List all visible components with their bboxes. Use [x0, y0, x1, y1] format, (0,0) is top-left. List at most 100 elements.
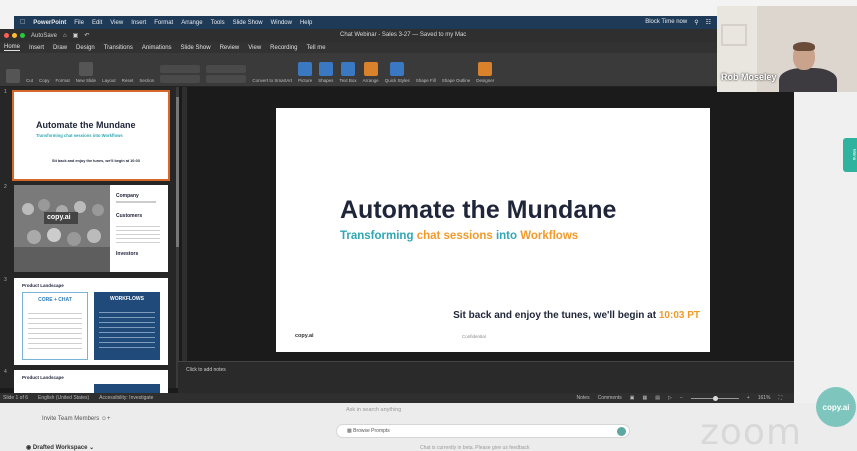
slide-thumbnail-3[interactable]: Product Landscape CORE + CHAT WORKFLOWS [14, 278, 168, 365]
notes-placeholder: Click to add notes [186, 367, 226, 373]
menu-window[interactable]: Window [271, 20, 292, 26]
shapes-button[interactable]: Shapes [318, 62, 333, 83]
autosave-toggle[interactable]: AutoSave [31, 33, 57, 39]
send-button[interactable] [617, 427, 626, 436]
paragraph-controls[interactable] [206, 65, 247, 83]
block-time-status[interactable]: Block Time now [645, 19, 687, 26]
tab-tell-me[interactable]: Tell me [307, 45, 326, 51]
format-painter-button[interactable]: Format [56, 78, 70, 83]
menu-edit[interactable]: Edit [92, 20, 102, 26]
drafted-workspace[interactable]: ◉ Drafted Workspace ⌄ [26, 444, 94, 451]
control-center-icon[interactable]: ☷ [706, 19, 711, 26]
speaker-notes-pane[interactable]: Click to add notes [178, 361, 794, 393]
apple-icon[interactable]:  [20, 19, 25, 26]
menu-file[interactable]: File [74, 20, 84, 26]
slide-title[interactable]: Automate the Mundane [340, 196, 616, 225]
side-menu-tab[interactable]: Menu [843, 138, 857, 172]
main-slide-canvas[interactable]: Automate the Mundane Transforming chat s… [276, 108, 710, 352]
arrange-button[interactable]: Arrange [363, 62, 379, 83]
slide-thumbnail-1[interactable]: Automate the Mundane Transforming chat s… [12, 90, 170, 181]
zoom-out-icon[interactable]: − [680, 395, 683, 401]
fit-slide-icon[interactable]: ⛶ [778, 395, 782, 401]
tab-design[interactable]: Design [76, 45, 95, 51]
slide-subtitle[interactable]: Transforming chat sessions into Workflow… [340, 230, 578, 242]
copy-button[interactable]: Copy [39, 78, 50, 83]
layout-label: Layout [102, 78, 116, 83]
close-window-button[interactable] [4, 33, 9, 38]
tab-slideshow[interactable]: Slide Show [181, 45, 211, 51]
zoom-slider-knob[interactable] [712, 395, 718, 401]
save-icon[interactable]: ▣ [73, 32, 79, 39]
zoom-in-icon[interactable]: + [747, 395, 750, 401]
language-status[interactable]: English (United States) [38, 395, 89, 401]
thumb-2-investors: Investors [116, 251, 139, 257]
tab-home[interactable]: Home [4, 44, 21, 51]
reset-button[interactable]: Reset [122, 78, 134, 83]
thumbnails-scroll-knob[interactable] [176, 97, 179, 247]
shape-outline-button[interactable]: Shape Outline [442, 78, 471, 83]
designer-button[interactable]: Designer [476, 62, 494, 83]
thumbnails-scrollbar[interactable] [176, 87, 179, 388]
new-slide-button[interactable]: New Slide [76, 62, 96, 83]
menu-slideshow[interactable]: Slide Show [233, 20, 263, 26]
tab-insert[interactable]: Insert [29, 45, 44, 51]
font-name-select[interactable] [160, 65, 201, 73]
text-box-label: Text Box [339, 78, 357, 83]
undo-icon[interactable]: ↶ [84, 32, 89, 39]
cut-button[interactable]: Cut [26, 78, 33, 83]
comments-toggle[interactable]: Comments [598, 395, 622, 401]
prompt-input-bar[interactable]: ▩ Browse Prompts [336, 424, 630, 438]
browse-prompts-button[interactable]: ▩ Browse Prompts [347, 428, 390, 434]
tab-draw[interactable]: Draw [53, 45, 67, 51]
zoom-window-button[interactable] [20, 33, 25, 38]
tab-recording[interactable]: Recording [270, 45, 297, 51]
minimize-window-button[interactable] [12, 33, 17, 38]
search-icon[interactable]: ⚲ [694, 19, 698, 26]
menu-help[interactable]: Help [300, 20, 312, 26]
invite-team-members[interactable]: Invite Team Members ☺+ [42, 416, 111, 422]
slide-start-note[interactable]: Sit back and enjoy the tunes, we'll begi… [453, 310, 700, 321]
editor-workspace: 1 Automate the Mundane Transforming chat… [0, 87, 794, 393]
menu-insert[interactable]: Insert [131, 20, 146, 26]
tab-view[interactable]: View [248, 45, 261, 51]
text-box-button[interactable]: Text Box [339, 62, 357, 83]
copyai-badge[interactable]: copy.ai [816, 387, 856, 427]
slide-thumbnail-2[interactable]: copy.ai Company Customers Investors [14, 185, 168, 272]
tab-animations[interactable]: Animations [142, 45, 172, 51]
zoom-level[interactable]: 161% [758, 395, 771, 401]
smartart-button[interactable]: Convert to SmartArt [252, 78, 292, 83]
paragraph-row[interactable] [206, 65, 247, 73]
quick-styles-label: Quick Styles [384, 78, 410, 83]
slideshow-view-icon[interactable]: ▷ [668, 395, 672, 401]
accessibility-status[interactable]: Accessibility: Investigate [99, 395, 153, 401]
paste-group[interactable] [6, 69, 20, 83]
slide-footer-confidential: Confidential [462, 334, 486, 339]
section-button[interactable]: Section [139, 78, 154, 83]
alignment-row[interactable] [206, 75, 247, 83]
font-format-row[interactable] [160, 75, 201, 83]
shape-fill-button[interactable]: Shape Fill [416, 78, 436, 83]
title-bar: AutoSave ⌂ ▣ ↶ Chat Webinar - Sales 3-27… [0, 29, 794, 42]
slide-thumbnail-4[interactable]: Product Landscape [14, 370, 168, 393]
thumb-2-customers: Customers [116, 213, 143, 219]
thumb-2-line [116, 201, 156, 203]
menu-format[interactable]: Format [154, 20, 173, 26]
normal-view-icon[interactable]: ▣ [630, 395, 635, 401]
tab-review[interactable]: Review [220, 45, 240, 51]
prompt-hint: Ask in search anything [346, 407, 402, 413]
sorter-view-icon[interactable]: ▦ [643, 395, 648, 401]
reading-view-icon[interactable]: ▤ [655, 395, 660, 401]
home-icon[interactable]: ⌂ [63, 33, 67, 39]
notes-toggle[interactable]: Notes [577, 395, 590, 401]
tab-transitions[interactable]: Transitions [104, 45, 133, 51]
menu-tools[interactable]: Tools [211, 20, 225, 26]
menu-view[interactable]: View [110, 20, 123, 26]
layout-button[interactable]: Layout [102, 78, 116, 83]
menu-app-name[interactable]: PowerPoint [33, 20, 66, 26]
quick-styles-button[interactable]: Quick Styles [385, 62, 410, 83]
menu-arrange[interactable]: Arrange [181, 20, 202, 26]
font-controls[interactable] [160, 65, 201, 83]
picture-button[interactable]: Picture [298, 62, 312, 83]
zoom-slider[interactable] [690, 395, 739, 401]
ribbon-toolbar: Cut Copy Format New Slide Layout Reset S… [0, 53, 794, 87]
